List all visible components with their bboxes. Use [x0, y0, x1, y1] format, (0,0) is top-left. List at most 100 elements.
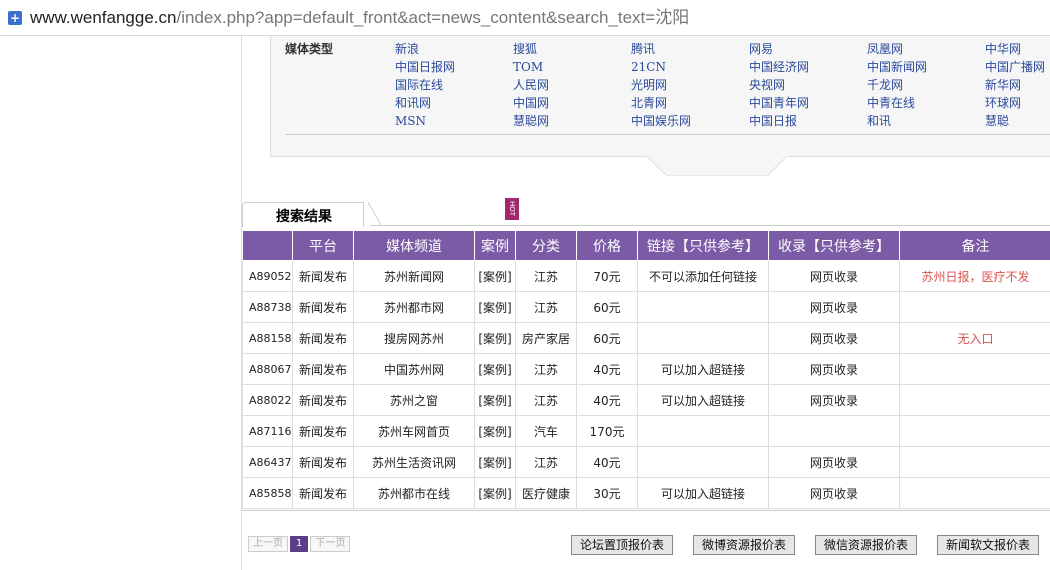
media-link[interactable]: 中国广播网 — [985, 58, 1050, 76]
media-link[interactable]: 慧聪网 — [513, 112, 631, 130]
price-cell: 70元 — [576, 260, 638, 292]
media-link[interactable]: 人民网 — [513, 76, 631, 94]
note-cell: 无入口 — [899, 322, 1050, 354]
platform-cell: 新闻发布 — [292, 415, 354, 447]
case-link[interactable]: [案例] — [474, 384, 516, 416]
category-cell: 江苏 — [515, 260, 577, 292]
case-link[interactable]: [案例] — [474, 477, 516, 509]
case-link[interactable]: [案例] — [474, 415, 516, 447]
table-row[interactable]: A88022 新闻发布 苏州之窗 [案例] 江苏 40元 可以加入超链接 网页收录 — [242, 384, 1050, 416]
column-header — [242, 231, 293, 261]
media-link[interactable]: 中青在线 — [867, 94, 985, 112]
case-link[interactable]: [案例] — [474, 353, 516, 385]
media-link[interactable]: 和讯 — [867, 112, 985, 130]
channel-cell[interactable]: 搜房网苏州 — [353, 322, 475, 354]
media-link[interactable]: 中国新闻网 — [867, 58, 985, 76]
category-cell: 江苏 — [515, 384, 577, 416]
media-link[interactable]: 环球网 — [985, 94, 1050, 112]
media-link[interactable]: MSN — [395, 112, 513, 130]
media-type-label: 媒体类型 — [285, 42, 334, 56]
panel-collapse-tab[interactable] — [647, 156, 787, 176]
category-cell: 汽车 — [515, 415, 577, 447]
case-link[interactable]: [案例] — [474, 260, 516, 292]
divider — [285, 134, 1050, 135]
channel-cell[interactable]: 苏州都市在线 — [353, 477, 475, 509]
media-link[interactable]: 中国娱乐网 — [631, 112, 749, 130]
divider — [370, 225, 1050, 226]
note-cell — [899, 477, 1050, 509]
media-link[interactable]: 千龙网 — [867, 76, 985, 94]
table-row[interactable]: A85858 新闻发布 苏州都市在线 [案例] 医疗健康 30元 可以加入超链接 网页收录 — [242, 477, 1050, 509]
link-policy-cell: 可以加入超链接 — [637, 384, 769, 416]
table-row[interactable]: A88067 新闻发布 中国苏州网 [案例] 江苏 40元 可以加入超链接 网页收录 — [242, 353, 1050, 385]
category-cell: 江苏 — [515, 353, 577, 385]
wechat-price-list-button[interactable]: 微信资源报价表 — [815, 535, 918, 555]
channel-cell[interactable]: 苏州都市网 — [353, 291, 475, 323]
channel-cell[interactable]: 苏州生活资讯网 — [353, 446, 475, 478]
channel-cell[interactable]: 中国苏州网 — [353, 353, 475, 385]
price-cell: 30元 — [576, 477, 638, 509]
media-link[interactable]: 21CN — [631, 58, 749, 76]
media-link[interactable]: 慧聪 — [985, 112, 1050, 130]
table-row[interactable]: A89052 新闻发布 苏州新闻网 [案例] 江苏 70元 不可以添加任何链接 网页收录 苏州日… — [242, 260, 1050, 292]
next-page-button[interactable]: 下一页 — [310, 536, 351, 552]
platform-cell: 新闻发布 — [292, 477, 354, 509]
media-link[interactable]: 新浪 — [395, 40, 513, 58]
platform-cell: 新闻发布 — [292, 260, 354, 292]
media-link[interactable]: 国际在线 — [395, 76, 513, 94]
weibo-price-list-button[interactable]: 微博资源报价表 — [693, 535, 796, 555]
pagination: 上一页 1 下一页 — [248, 536, 351, 552]
forum-price-list-button[interactable]: 论坛置顶报价表 — [571, 535, 674, 555]
channel-cell[interactable]: 苏州车网首页 — [353, 415, 475, 447]
softnews-price-list-button[interactable]: 新闻软文报价表 — [937, 535, 1040, 555]
row-id: A88158 — [242, 322, 293, 354]
row-id: A88022 — [242, 384, 293, 416]
url-text[interactable]: www.wenfangge.cn/index.php?app=default_f… — [30, 8, 689, 28]
category-cell: 房产家居 — [515, 322, 577, 354]
prev-page-button[interactable]: 上一页 — [248, 536, 288, 552]
channel-cell[interactable]: 苏州新闻网 — [353, 260, 475, 292]
media-link[interactable]: 和讯网 — [395, 94, 513, 112]
media-link[interactable]: 新华网 — [985, 76, 1050, 94]
channel-cell[interactable]: 苏州之窗 — [353, 384, 475, 416]
page-add-icon: + — [8, 11, 22, 25]
media-link[interactable]: 网易 — [749, 40, 867, 58]
media-link[interactable]: 北青网 — [631, 94, 749, 112]
table-row[interactable]: A87116 新闻发布 苏州车网首页 [案例] 汽车 170元 — [242, 415, 1050, 447]
media-link[interactable]: 凤凰网 — [867, 40, 985, 58]
table-row[interactable]: A88158 新闻发布 搜房网苏州 [案例] 房产家居 60元 网页收录 无入口 — [242, 322, 1050, 354]
media-link[interactable]: 中国日报 — [749, 112, 867, 130]
page-content: 媒体类型 新浪 搜狐 腾讯 网易 凤凰网 中华网中国日报网 TOM 21CN 中国经济网 中国新闻… — [241, 36, 1050, 570]
index-cell: 网页收录 — [768, 291, 900, 323]
media-link[interactable]: 腾讯 — [631, 40, 749, 58]
media-link[interactable]: 中国青年网 — [749, 94, 867, 112]
media-link[interactable]: 光明网 — [631, 76, 749, 94]
media-link[interactable]: 中华网 — [985, 40, 1050, 58]
address-bar[interactable]: + www.wenfangge.cn/index.php?app=default… — [0, 0, 1050, 36]
search-results-tab[interactable]: 搜索结果 — [242, 202, 364, 227]
row-id: A88738 — [242, 291, 293, 323]
media-link[interactable]: 中国日报网 — [395, 58, 513, 76]
index-cell: 网页收录 — [768, 322, 900, 354]
media-link[interactable]: 中国网 — [513, 94, 631, 112]
note-cell — [899, 384, 1050, 416]
row-id: A88067 — [242, 353, 293, 385]
media-link[interactable]: 中国经济网 — [749, 58, 867, 76]
column-header: 媒体频道 — [353, 231, 475, 261]
table-header-row: 平台 媒体频道 案例 分类 价格 链接【只供参考】 收录【只供参考】 备注 — [242, 231, 1050, 261]
platform-cell: 新闻发布 — [292, 322, 354, 354]
hot-badge: HOT — [505, 198, 519, 220]
case-link[interactable]: [案例] — [474, 446, 516, 478]
current-page-button[interactable]: 1 — [290, 536, 309, 552]
table-row[interactable]: A88738 新闻发布 苏州都市网 [案例] 江苏 60元 网页收录 — [242, 291, 1050, 323]
case-link[interactable]: [案例] — [474, 322, 516, 354]
media-link[interactable]: 搜狐 — [513, 40, 631, 58]
index-cell: 网页收录 — [768, 353, 900, 385]
media-link[interactable]: 央视网 — [749, 76, 867, 94]
table-row[interactable]: A86437 新闻发布 苏州生活资讯网 [案例] 江苏 40元 网页收录 — [242, 446, 1050, 478]
link-policy-cell — [637, 322, 769, 354]
platform-cell: 新闻发布 — [292, 353, 354, 385]
case-link[interactable]: [案例] — [474, 291, 516, 323]
tab-slant — [368, 202, 382, 226]
media-link[interactable]: TOM — [513, 58, 631, 76]
